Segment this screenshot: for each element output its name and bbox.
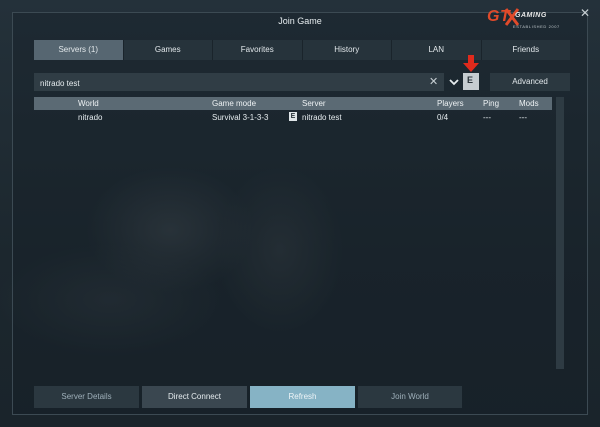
header-players[interactable]: Players (437, 99, 464, 108)
scrollbar[interactable] (556, 97, 564, 369)
clear-search-icon[interactable]: ✕ (429, 75, 438, 89)
cell-mods: --- (519, 113, 527, 122)
gtx-gaming-logo: GT GAMING ESTABLISHED 2007 (487, 8, 560, 29)
red-arrow-annotation-icon (463, 55, 479, 72)
tab-bar: Servers (1) Games Favorites History LAN … (34, 40, 570, 60)
header-ping[interactable]: Ping (483, 99, 499, 108)
cell-players: 0/4 (437, 113, 449, 122)
tab-history[interactable]: History (302, 40, 392, 60)
search-bar: ✕ (34, 73, 444, 93)
direct-connect-button[interactable]: Direct Connect (142, 386, 247, 408)
refresh-button[interactable]: Refresh (250, 386, 355, 408)
tab-games[interactable]: Games (123, 40, 213, 60)
epic-games-icon: E (467, 75, 474, 85)
advanced-button[interactable]: Advanced (490, 73, 570, 91)
header-server[interactable]: Server (302, 99, 326, 108)
tab-favorites[interactable]: Favorites (213, 40, 303, 60)
close-icon[interactable]: ✕ (580, 6, 590, 20)
table-row[interactable]: nitrado Survival 3-1-3-3 E nitrado test … (34, 111, 552, 124)
tab-servers[interactable]: Servers (1) (34, 40, 124, 60)
header-game-mode[interactable]: Game mode (212, 99, 256, 108)
chevron-down-icon[interactable] (448, 77, 460, 87)
server-details-button[interactable]: Server Details (34, 386, 139, 408)
table-header: World Game mode Server Players Ping Mods (34, 97, 552, 110)
server-table: World Game mode Server Players Ping Mods… (34, 97, 552, 369)
join-world-button[interactable]: Join World (358, 386, 462, 408)
cell-server: nitrado test (302, 113, 342, 122)
cell-world: nitrado (78, 113, 103, 122)
search-input[interactable] (38, 73, 422, 93)
tab-friends[interactable]: Friends (481, 40, 570, 60)
header-mods[interactable]: Mods (519, 99, 539, 108)
cell-game-mode: Survival 3-1-3-3 (212, 113, 269, 122)
header-world[interactable]: World (78, 99, 99, 108)
cell-ping: --- (483, 113, 491, 122)
epic-filter-button[interactable]: E (463, 73, 479, 90)
epic-platform-icon: E (289, 112, 297, 121)
